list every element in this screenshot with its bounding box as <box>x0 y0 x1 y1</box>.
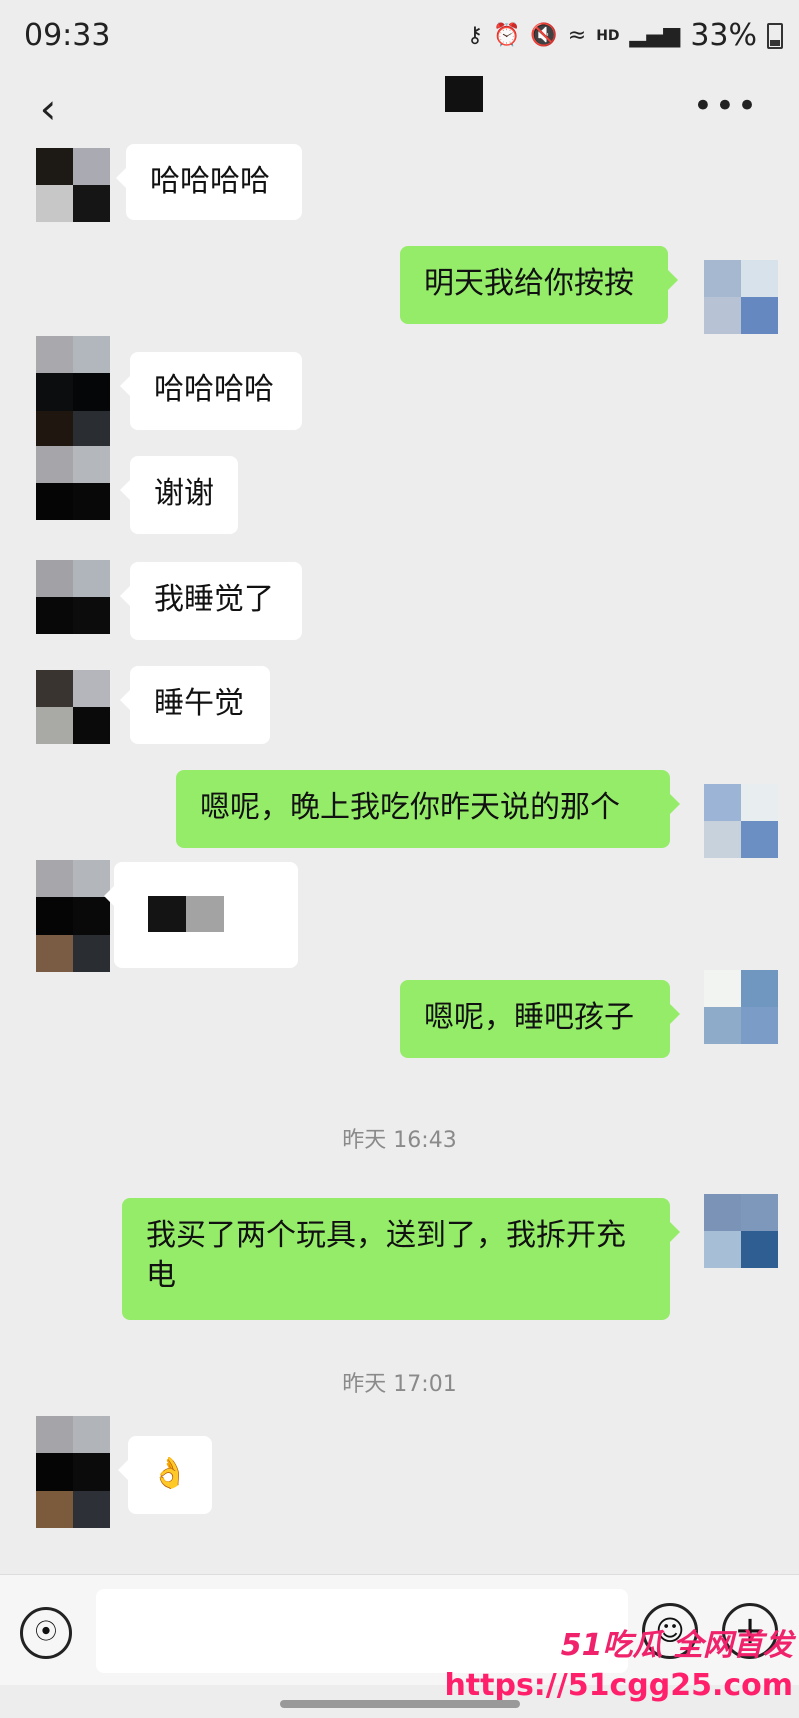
self-avatar[interactable] <box>704 970 778 1044</box>
contact-avatar[interactable] <box>36 860 110 972</box>
self-avatar[interactable] <box>704 260 778 334</box>
battery-icon <box>767 22 783 49</box>
contact-avatar[interactable] <box>36 670 110 744</box>
message-bubble[interactable]: 我买了两个玩具，送到了，我拆开充电 <box>122 1198 680 1320</box>
self-avatar[interactable] <box>704 784 778 858</box>
watermark-title: 51吃瓜 全网首发 <box>560 1628 793 1663</box>
key-icon: ⚷ <box>466 23 483 48</box>
timestamp: 昨天 17:01 <box>342 1372 457 1397</box>
mute-icon: 🔇 <box>530 23 558 48</box>
contact-avatar[interactable] <box>36 560 110 634</box>
status-time: 09:33 <box>24 18 111 53</box>
wifi-icon: ≈ <box>567 23 587 48</box>
self-avatar[interactable] <box>704 1194 778 1268</box>
watermark: 51吃瓜 全网首发 https://51cgg25.com <box>444 1620 793 1703</box>
contact-avatar[interactable] <box>36 1416 110 1528</box>
status-icons: ⚷ ⏰ 🔇 ≈ HD ▂▄▆ 33% <box>467 18 783 53</box>
contact-avatar[interactable] <box>36 446 110 520</box>
alarm-icon: ⏰ <box>492 23 521 48</box>
message-bubble[interactable]: 哈哈哈哈 <box>116 144 302 220</box>
home-indicator[interactable] <box>280 1700 520 1708</box>
hd-icon: HD <box>596 27 620 44</box>
status-bar: 09:33 ⚷ ⏰ 🔇 ≈ HD ▂▄▆ 33% <box>0 0 799 72</box>
censor-block <box>148 896 224 932</box>
contact-avatar[interactable] <box>36 148 110 222</box>
emoji-message-bubble[interactable]: 👌 <box>118 1436 212 1514</box>
nav-bar: ‹ ••• <box>0 72 799 152</box>
message-bubble[interactable]: 我睡觉了 <box>120 562 302 640</box>
message-bubble[interactable]: 明天我给你按按 <box>400 246 678 324</box>
chat-title-censored <box>445 76 483 112</box>
back-button[interactable]: ‹ <box>28 82 68 136</box>
watermark-url: https://51cgg25.com <box>444 1668 793 1703</box>
signal-icon: ▂▄▆ <box>629 23 681 48</box>
timestamp: 昨天 16:43 <box>342 1128 457 1153</box>
message-bubble[interactable]: 谢谢 <box>120 456 238 534</box>
message-bubble[interactable]: 嗯呢，晚上我吃你昨天说的那个 <box>176 770 680 848</box>
message-bubble[interactable]: 睡午觉 <box>120 666 270 744</box>
voice-input-button[interactable]: ⦿ <box>20 1607 72 1659</box>
more-options-button[interactable]: ••• <box>693 86 759 126</box>
message-bubble[interactable]: 哈哈哈哈 <box>120 352 302 430</box>
message-bubble[interactable]: 嗯呢，睡吧孩子 <box>400 980 680 1058</box>
battery-percent: 33% <box>690 18 757 53</box>
contact-avatar[interactable] <box>36 336 110 448</box>
